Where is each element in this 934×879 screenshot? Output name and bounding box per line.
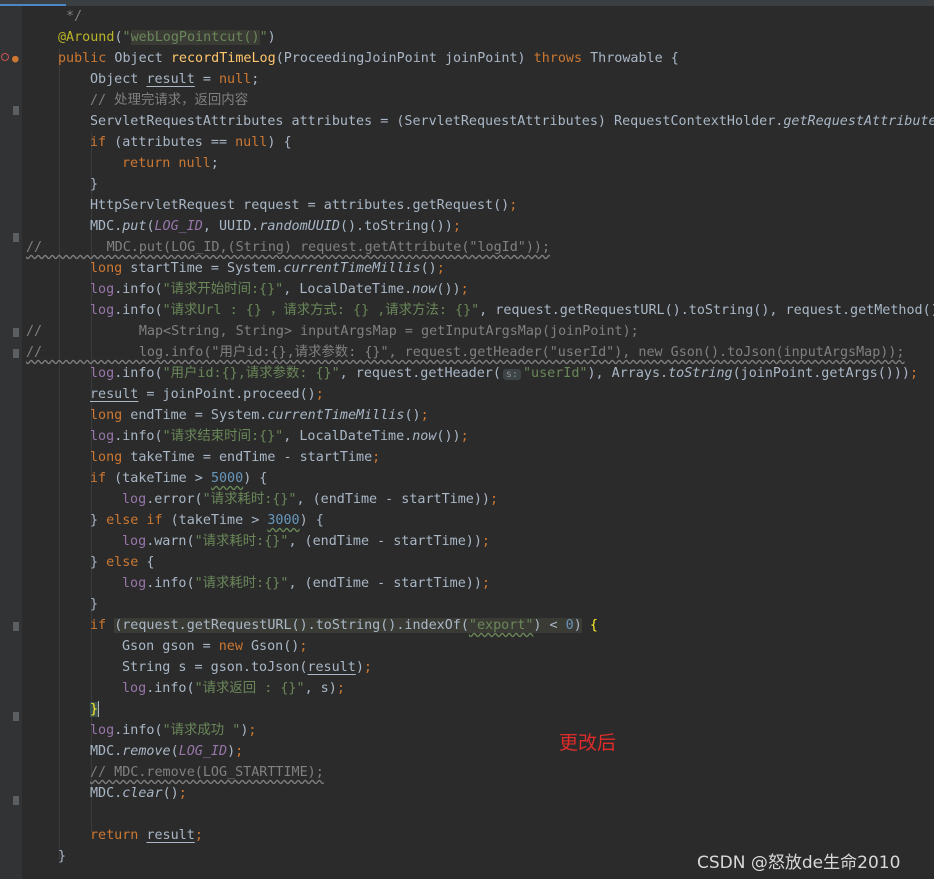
result-declaration: Object result = null; bbox=[90, 72, 260, 87]
code-line[interactable]: log.error("请求耗时:{}", (endTime - startTim… bbox=[0, 489, 934, 510]
log-user-id: log.info("用户id:{},请求参数: {}", request.get… bbox=[90, 366, 919, 381]
code-line[interactable]: MDC.remove(LOG_ID); bbox=[0, 741, 934, 762]
code-line[interactable]: long endTime = System.currentTimeMillis(… bbox=[0, 405, 934, 426]
closing-brace: } bbox=[58, 849, 67, 864]
log-success: log.info("请求成功 "); bbox=[90, 723, 257, 738]
code-line[interactable]: ServletRequestAttributes attributes = (S… bbox=[0, 111, 934, 132]
return-statement: return null; bbox=[122, 156, 219, 171]
log-error: log.error("请求耗时:{}", (endTime - startTim… bbox=[122, 492, 499, 507]
commented-code: // log.info("用户id:{},请求参数: {}", request.… bbox=[26, 345, 905, 360]
proceed-call: result = joinPoint.proceed(); bbox=[90, 387, 324, 402]
else-if-statement: } else if (takeTime > 3000) { bbox=[90, 513, 324, 528]
code-line[interactable]: // MDC.put(LOG_ID,(String) request.getAt… bbox=[0, 237, 934, 258]
csdn-watermark: CSDN @怒放de生命2010 bbox=[697, 853, 901, 873]
code-line[interactable]: Gson gson = new Gson(); bbox=[0, 636, 934, 657]
log-return: log.info("请求返回 : {}", s); bbox=[122, 681, 345, 696]
code-line[interactable]: log.info("请求结束时间:{}", LocalDateTime.now(… bbox=[0, 426, 934, 447]
log-warn: log.warn("请求耗时:{}", (endTime - startTime… bbox=[122, 534, 490, 549]
mdc-remove: MDC.remove(LOG_ID); bbox=[90, 744, 244, 759]
code-line[interactable]: // 处理完请求，返回内容 bbox=[0, 90, 934, 111]
code-line[interactable]: // Map<String, String> inputArgsMap = ge… bbox=[0, 321, 934, 342]
take-time-declaration: long takeTime = endTime - startTime; bbox=[90, 450, 381, 465]
code-line[interactable]: Object result = null; bbox=[0, 69, 934, 90]
parameter-hint: s: bbox=[502, 369, 521, 380]
attributes-declaration: ServletRequestAttributes attributes = (S… bbox=[90, 114, 934, 129]
method-signature: public Object recordTimeLog(ProceedingJo… bbox=[58, 51, 679, 66]
code-line[interactable]: log.warn("请求耗时:{}", (endTime - startTime… bbox=[0, 531, 934, 552]
start-time-declaration: long startTime = System.currentTimeMilli… bbox=[90, 261, 445, 276]
code-line[interactable]: @Around("webLogPointcut()") bbox=[0, 27, 934, 48]
log-request-url: log.info("请求Url : {} ，请求方式: {} ,请求方法: {}… bbox=[90, 303, 934, 318]
log-info: log.info("请求耗时:{}", (endTime - startTime… bbox=[122, 576, 490, 591]
code-line[interactable]: } bbox=[0, 699, 934, 720]
code-line[interactable]: if (request.getRequestURL().toString().i… bbox=[0, 615, 934, 636]
code-line[interactable]: } bbox=[0, 174, 934, 195]
mdc-clear: MDC.clear(); bbox=[90, 786, 187, 801]
closing-brace: } bbox=[90, 597, 99, 612]
if-take-time: if (takeTime > 5000) { bbox=[90, 471, 268, 486]
change-annotation: 更改后 bbox=[559, 732, 617, 754]
code-line[interactable]: return result; bbox=[0, 825, 934, 846]
code-line[interactable]: HttpServletRequest request = attributes.… bbox=[0, 195, 934, 216]
commented-code: // MDC.put(LOG_ID,(String) request.getAt… bbox=[26, 240, 551, 255]
code-line[interactable]: return null; bbox=[0, 153, 934, 174]
code-comment: // 处理完请求，返回内容 bbox=[90, 93, 249, 108]
code-line[interactable]: MDC.clear(); bbox=[0, 783, 934, 804]
code-line[interactable]: long takeTime = endTime - startTime; bbox=[0, 447, 934, 468]
code-line[interactable]: long startTime = System.currentTimeMilli… bbox=[0, 258, 934, 279]
code-line[interactable]: log.info("请求开始时间:{}", LocalDateTime.now(… bbox=[0, 279, 934, 300]
annotation-line: @Around("webLogPointcut()") bbox=[58, 30, 276, 45]
code-line[interactable]: log.info("请求成功 "); bbox=[0, 720, 934, 741]
code-line[interactable]: } else { bbox=[0, 552, 934, 573]
code-line[interactable]: result = joinPoint.proceed(); bbox=[0, 384, 934, 405]
closing-brace: } bbox=[90, 177, 99, 192]
gson-declaration: Gson gson = new Gson(); bbox=[122, 639, 308, 654]
code-line[interactable]: MDC.put(LOG_ID, UUID.randomUUID().toStri… bbox=[0, 216, 934, 237]
log-start-time: log.info("请求开始时间:{}", LocalDateTime.now(… bbox=[90, 282, 469, 297]
commented-code: // MDC.remove(LOG_STARTTIME); bbox=[90, 765, 324, 780]
code-line[interactable]: log.info("请求耗时:{}", (endTime - startTime… bbox=[0, 573, 934, 594]
code-line[interactable]: } bbox=[0, 594, 934, 615]
code-line[interactable] bbox=[0, 804, 934, 825]
code-line[interactable]: // MDC.remove(LOG_STARTTIME); bbox=[0, 762, 934, 783]
log-end-time: log.info("请求结束时间:{}", LocalDateTime.now(… bbox=[90, 429, 469, 444]
code-line[interactable]: log.info("用户id:{},请求参数: {}", request.get… bbox=[0, 363, 934, 384]
code-editor[interactable]: */ @Around("webLogPointcut()") public Ob… bbox=[0, 6, 934, 867]
if-statement: if (attributes == null) { bbox=[90, 135, 292, 150]
code-line[interactable]: String s = gson.toJson(result); bbox=[0, 657, 934, 678]
code-line[interactable]: */ bbox=[0, 6, 934, 27]
end-time-declaration: long endTime = System.currentTimeMillis(… bbox=[90, 408, 429, 423]
request-declaration: HttpServletRequest request = attributes.… bbox=[90, 198, 518, 213]
else-statement: } else { bbox=[90, 555, 155, 570]
comment-close: */ bbox=[66, 9, 83, 24]
code-line[interactable]: } else if (takeTime > 3000) { bbox=[0, 510, 934, 531]
mdc-put: MDC.put(LOG_ID, UUID.randomUUID().toStri… bbox=[90, 219, 461, 234]
return-result: return result; bbox=[90, 828, 203, 843]
code-line[interactable]: public Object recordTimeLog(ProceedingJo… bbox=[0, 48, 934, 69]
closing-brace-highlighted: } bbox=[90, 701, 100, 717]
if-export-check: if (request.getRequestURL().toString().i… bbox=[90, 618, 598, 633]
code-line[interactable]: log.info("请求Url : {} ，请求方式: {} ,请求方法: {}… bbox=[0, 300, 934, 321]
code-line[interactable]: if (takeTime > 5000) { bbox=[0, 468, 934, 489]
code-line[interactable]: // log.info("用户id:{},请求参数: {}", request.… bbox=[0, 342, 934, 363]
code-line[interactable]: log.info("请求返回 : {}", s); bbox=[0, 678, 934, 699]
code-line[interactable]: if (attributes == null) { bbox=[0, 132, 934, 153]
to-json-call: String s = gson.toJson(result); bbox=[122, 660, 372, 675]
text-caret bbox=[98, 701, 100, 717]
commented-code: // Map<String, String> inputArgsMap = ge… bbox=[26, 324, 639, 339]
